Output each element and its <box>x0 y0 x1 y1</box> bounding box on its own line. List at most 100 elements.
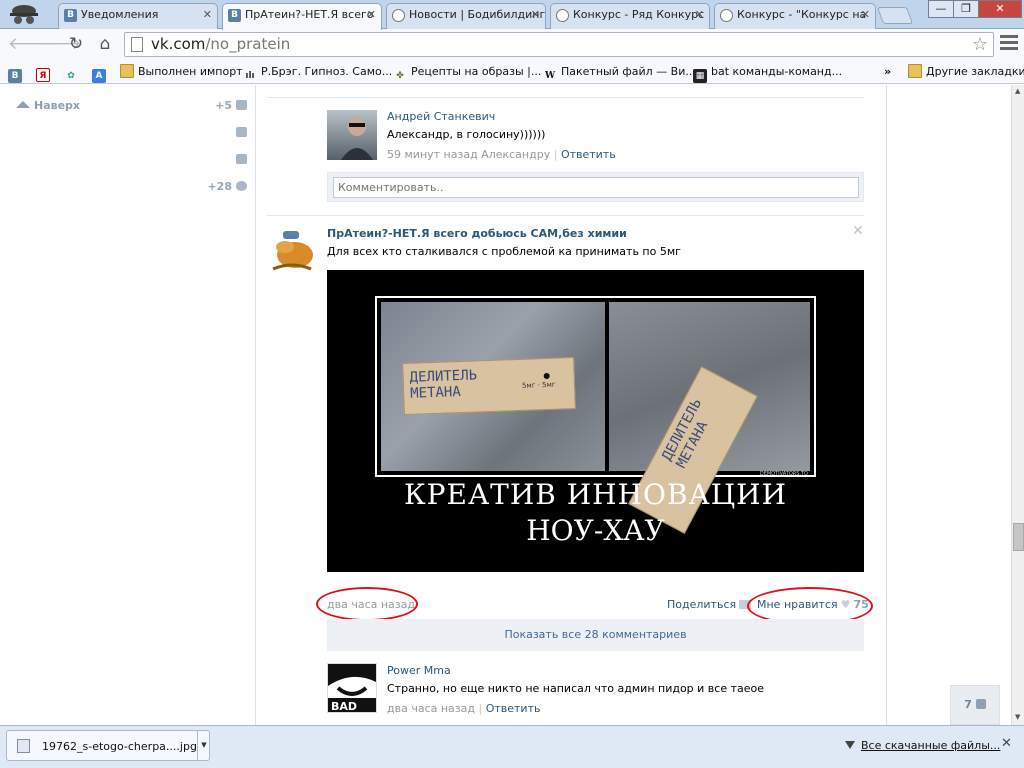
close-window-button[interactable]: ✕ <box>978 0 1022 18</box>
download-arrow-icon <box>845 741 855 749</box>
page-icon <box>131 37 143 52</box>
vk-icon: В <box>228 9 241 22</box>
messages-link[interactable] <box>232 126 247 139</box>
address-bar[interactable]: vk.com/no_pratein ☆ <box>124 32 994 57</box>
browser-toolbar: 🡐 🡒 ↻ ⌂ vk.com/no_pratein ☆ <box>0 29 1024 60</box>
wall-feed: Андрей Станкевич Александр, в голосину))… <box>257 85 886 725</box>
bookmark-label: Пакетный файл — Ви... <box>561 65 696 78</box>
avatar[interactable] <box>327 110 377 160</box>
arrow-up-icon <box>16 101 30 108</box>
close-tab-icon[interactable]: ✕ <box>203 4 212 26</box>
reload-button[interactable]: ↻ <box>65 33 87 55</box>
comment-time[interactable]: 59 минут назад Александру <box>387 148 550 161</box>
post-group-name[interactable]: ПрАтеин?-НЕТ.Я всего добьюсь САМ,без хим… <box>327 227 627 240</box>
close-tab-icon[interactable]: ✕ <box>531 4 540 26</box>
bookmark-yandex[interactable]: Я <box>36 64 54 82</box>
scrollbar-thumb[interactable] <box>1013 523 1024 551</box>
download-shelf: 19762_s-etogo-cherpa....jpg ▼ Все скачан… <box>0 725 1024 768</box>
tab-news-bodybuilding[interactable]: Новости | Бодибилдинг ✕ <box>386 3 546 29</box>
bookmark-imported[interactable]: Выполнен импорт <box>120 64 243 79</box>
close-tab-icon[interactable]: ✕ <box>861 4 870 26</box>
tab-pratein[interactable]: В ПрАтеин?-НЕТ.Я всего ✕ <box>222 3 382 30</box>
close-tab-icon[interactable]: ✕ <box>367 4 376 26</box>
home-button[interactable]: ⌂ <box>94 33 116 55</box>
chrome-menu-button[interactable] <box>1000 35 1018 51</box>
friends-requests-counter[interactable]: +5 <box>215 99 247 112</box>
bookmark-translate[interactable]: A <box>92 64 110 83</box>
close-download-shelf-button[interactable]: ✕ <box>1001 736 1012 751</box>
bookmark-wikipedia[interactable]: W Пакетный файл — Ви... <box>543 64 696 83</box>
bookmark-label: Выполнен импорт <box>138 65 243 78</box>
online-count: 7 <box>964 698 972 711</box>
demotivator-frame: ДЕЛИТЕЛЬ МЕТАНА 5мг · 5мг ДЕЛИТЕЛЬ МЕТАН… <box>375 296 816 534</box>
bookmark-star-icon[interactable]: ☆ <box>972 33 988 56</box>
reply-link[interactable]: Ответить <box>486 702 541 715</box>
tab-contest-2[interactable]: Конкурс - "Конкурс на ✕ <box>714 3 876 29</box>
gear-flower-icon: ✿ <box>67 71 75 81</box>
image-file-icon <box>17 739 30 753</box>
comments-link[interactable] <box>232 153 247 166</box>
page-viewport: Наверх +5 +28 Андрей Станкевич Александр… <box>0 85 1024 725</box>
bookmarks-bar: В Я ✿ A Выполнен импорт ılı Р.Брэг. Гипно… <box>0 60 1024 84</box>
red-annotation-circle <box>316 587 418 621</box>
board-text: ДЕЛИТЕЛЬ МЕТАНА <box>409 367 478 402</box>
download-menu-button[interactable]: ▼ <box>197 731 210 760</box>
tab-notifications[interactable]: В Уведомления ✕ <box>58 3 218 29</box>
group-avatar[interactable] <box>267 225 317 275</box>
comment-text: Странно, но еще никто не написал что адм… <box>387 682 765 695</box>
wikipedia-icon: W <box>544 71 556 81</box>
post-image[interactable]: ДЕЛИТЕЛЬ МЕТАНА 5мг · 5мг ДЕЛИТЕЛЬ МЕТАН… <box>327 270 864 572</box>
bookmark-site-icon: ılı <box>245 71 255 81</box>
comment-author[interactable]: Андрей Станкевич <box>387 110 495 123</box>
comment-author[interactable]: Power Mma <box>387 664 451 677</box>
bookmark-bat[interactable]: ▦ bat команды-команд... <box>693 64 842 83</box>
avatar-photo <box>341 118 373 160</box>
forward-button[interactable]: 🡒 <box>36 33 82 55</box>
share-button[interactable]: Поделиться <box>667 598 752 611</box>
show-all-comments-button[interactable]: Показать все 28 комментариев <box>327 619 864 651</box>
wooden-board: ДЕЛИТЕЛЬ МЕТАНА 5мг · 5мг <box>402 357 576 415</box>
bookmark-bragg[interactable]: ılı Р.Брэг. Гипноз. Само... <box>243 64 392 83</box>
bookmarks-overflow-button[interactable]: » <box>884 64 891 79</box>
close-post-icon[interactable]: ✕ <box>852 223 864 239</box>
bad-boy-logo-icon: BAD <box>328 664 376 713</box>
download-item[interactable]: 19762_s-etogo-cherpa....jpg ▼ <box>6 730 210 761</box>
person-icon <box>975 699 986 709</box>
tab-label: Уведомления <box>81 8 159 21</box>
avatar[interactable]: BAD <box>327 663 377 713</box>
online-friends-badge[interactable]: 7 <box>950 685 1000 725</box>
back-button[interactable]: 🡐 <box>8 33 54 55</box>
bookmark-recipes[interactable]: ✤ Рецепты на образы |... <box>393 64 541 83</box>
scroll-down-icon[interactable]: ▼ <box>1015 713 1020 721</box>
comment-time[interactable]: два часа назад <box>387 702 475 715</box>
all-downloads-link[interactable]: Все скачанные файлы... <box>845 739 1000 752</box>
page-scrollbar[interactable]: ▲ ▼ <box>1011 85 1024 725</box>
vk-icon: В <box>8 69 22 83</box>
tab-contest-1[interactable]: Конкурс - Ряд Конкурс ✕ <box>550 3 710 29</box>
envelope-icon <box>236 127 247 137</box>
globe-icon <box>720 9 733 22</box>
comment-input[interactable] <box>333 177 859 198</box>
scroll-up-icon[interactable]: ▲ <box>1015 87 1020 95</box>
address-url: vk.com/no_pratein <box>151 35 291 53</box>
bookmark-vk[interactable]: В <box>8 64 26 83</box>
translate-icon: A <box>92 69 106 83</box>
post-text: Для всех кто сталкивался с проблемой ка … <box>327 245 681 258</box>
friends-count: +5 <box>215 99 232 112</box>
person-icon <box>236 100 247 110</box>
new-tab-button[interactable] <box>876 7 914 24</box>
restore-button[interactable]: ❐ <box>953 0 979 18</box>
vk-icon: В <box>64 9 77 22</box>
reply-link[interactable]: Ответить <box>561 148 616 161</box>
close-tab-icon[interactable]: ✕ <box>695 4 704 26</box>
settings-counter[interactable]: +28 <box>207 180 247 193</box>
photo-right: ДЕЛИТЕЛЬ МЕТАНА <box>609 302 810 534</box>
speech-bubble-icon <box>236 154 247 164</box>
scroll-to-top-button[interactable]: Наверх <box>16 99 80 112</box>
folder-icon <box>120 64 134 78</box>
bookmark-other-folder[interactable]: Другие закладки <box>908 64 1024 79</box>
demotivator-caption-2: НОУ-ХАУ <box>526 514 665 547</box>
bookmark-extension[interactable]: ✿ <box>64 64 82 83</box>
minimize-button[interactable]: — <box>928 0 954 18</box>
comment-box <box>327 172 864 202</box>
